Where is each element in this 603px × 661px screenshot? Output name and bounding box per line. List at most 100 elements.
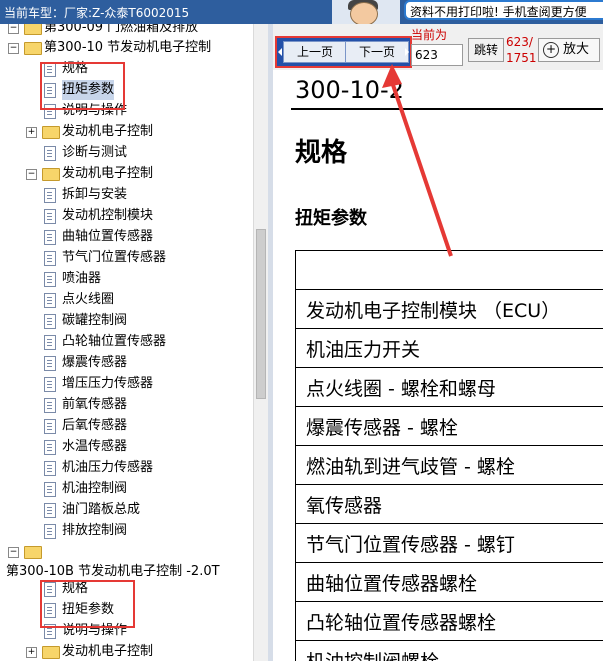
folder-icon xyxy=(24,546,42,559)
table-row: 机油控制阀螺栓 xyxy=(295,640,603,661)
tree-item-chapter-300-09[interactable]: − 第300-09 门燃油箱及排放 xyxy=(0,24,253,38)
tree-item-crank-sensor[interactable]: 曲轴位置传感器 xyxy=(0,227,253,247)
tree-item-specs-2[interactable]: 规格 xyxy=(0,579,253,599)
jump-button[interactable]: 跳转 xyxy=(468,38,504,62)
current-car-model: 当前车型：厂家:Z-众泰T6002015 xyxy=(4,4,189,21)
tree-item-torque[interactable]: 扭矩参数 xyxy=(0,80,253,100)
tree-item-label: 增压压力传感器 xyxy=(62,376,154,391)
table-cell: 点火线圈 - 螺栓和螺母 xyxy=(295,367,603,407)
document-icon xyxy=(44,398,56,413)
tree-item-label: 拆卸与安装 xyxy=(62,187,128,202)
current-page-label: 当前为 xyxy=(411,28,448,42)
page-count-current: 623/ xyxy=(506,35,533,49)
collapse-icon[interactable]: − xyxy=(8,547,19,558)
document-icon xyxy=(44,293,56,308)
document-icon xyxy=(44,624,56,639)
table-cell: 曲轴位置传感器螺栓 xyxy=(295,562,603,602)
tree-scrollbar[interactable] xyxy=(253,24,269,661)
document-icon xyxy=(44,146,56,161)
table-row: 发动机电子控制模块 （ECU） xyxy=(295,289,603,329)
tree-item-oil-control-valve[interactable]: 机油控制阀 xyxy=(0,479,253,499)
document-icon xyxy=(44,482,56,497)
tree-item-description-2[interactable]: 说明与操作 xyxy=(0,621,253,641)
tree-item-throttle-sensor[interactable]: 节气门位置传感器 xyxy=(0,248,253,268)
tree-item-label: 扭矩参数 xyxy=(62,80,115,100)
zoom-in-button[interactable]: + 放大 xyxy=(538,38,600,62)
page-count-total: 1751 xyxy=(506,51,537,65)
page-count: 623/ 1751 xyxy=(506,34,537,66)
tree-item-description[interactable]: 说明与操作 xyxy=(0,101,253,121)
document-icon xyxy=(44,230,56,245)
tree-item-label: 机油控制阀 xyxy=(62,481,128,496)
tree-item-label: 碳罐控制阀 xyxy=(62,313,128,328)
tree-item-label: 第300-10 节发动机电子控制 xyxy=(44,40,212,55)
table-row: 曲轴位置传感器螺栓 xyxy=(295,562,603,602)
document-icon xyxy=(44,209,56,224)
tree-item-pedal[interactable]: 油门踏板总成 xyxy=(0,500,253,520)
tree-item-engine-control-3[interactable]: + 发动机电子控制 xyxy=(0,642,253,661)
table-cell: 发动机电子控制模块 （ECU） xyxy=(295,289,603,329)
document-icon xyxy=(44,582,56,597)
tree-item-injector[interactable]: 喷油器 xyxy=(0,269,253,289)
collapse-icon[interactable]: − xyxy=(26,169,37,180)
document-icon xyxy=(44,335,56,350)
tree-item-label: 凸轮轴位置传感器 xyxy=(62,334,167,349)
tree-item-label: 发动机电子控制 xyxy=(62,644,154,659)
tree-item-engine-control[interactable]: + 发动机电子控制 xyxy=(0,122,253,142)
table-row xyxy=(295,250,603,290)
tree-item-ecm[interactable]: 发动机控制模块 xyxy=(0,206,253,226)
page-number-input[interactable] xyxy=(411,44,463,66)
tree-item-label: 第300-09 门燃油箱及排放 xyxy=(44,24,199,35)
table-cell: 燃油轨到进气歧管 - 螺栓 xyxy=(295,445,603,485)
document-icon xyxy=(44,603,56,618)
tree-item-cam-sensor[interactable]: 凸轮轴位置传感器 xyxy=(0,332,253,352)
zoom-in-icon: + xyxy=(543,42,559,58)
tree-item-removal[interactable]: 拆卸与安装 xyxy=(0,185,253,205)
document-icon xyxy=(44,356,56,371)
document-icon xyxy=(44,419,56,434)
tree-item-label: 规格 xyxy=(62,581,89,596)
document-view[interactable]: 300-10-2 规格 扭矩参数 发动机电子控制模块 （ECU） 机油压力开关 点火… xyxy=(273,70,603,661)
document-icon xyxy=(44,83,56,98)
tree-item-chapter-300-10[interactable]: − 第300-10 节发动机电子控制 xyxy=(0,38,253,58)
zoom-label: 放大 xyxy=(563,42,590,57)
prev-page-button[interactable]: 上一页 xyxy=(283,41,347,63)
folder-icon xyxy=(42,168,60,181)
tree-item-label: 发动机控制模块 xyxy=(62,208,154,223)
tree-item-label: 油门踏板总成 xyxy=(62,502,141,517)
tree-item-folder-empty[interactable]: − xyxy=(0,542,253,562)
tree-item-coolant-sensor[interactable]: 水温传感器 xyxy=(0,437,253,457)
expand-icon[interactable]: + xyxy=(26,647,37,658)
banner-message: 资料不用打印啦! 手机查阅更方便 xyxy=(404,0,603,20)
table-row: 凸轮轴位置传感器螺栓 xyxy=(295,601,603,641)
tree-item-engine-control-2[interactable]: − 发动机电子控制 xyxy=(0,164,253,184)
tree-item-diagnosis[interactable]: 诊断与测试 xyxy=(0,143,253,163)
table-cell: 机油压力开关 xyxy=(295,328,603,368)
scrollbar-thumb[interactable] xyxy=(256,229,266,399)
tree-item-boost-sensor[interactable]: 增压压力传感器 xyxy=(0,374,253,394)
tree-item-emission-valve[interactable]: 排放控制阀 xyxy=(0,521,253,541)
document-icon xyxy=(44,314,56,329)
tree-item-label: 诊断与测试 xyxy=(62,145,128,160)
tree-item-ignition-coil[interactable]: 点火线圈 xyxy=(0,290,253,310)
table-of-contents-tree[interactable]: − 第300-09 门燃油箱及排放 − 第300-10 节发动机电子控制 规格 扭矩参数说… xyxy=(0,24,253,661)
table-row: 爆震传感器 - 螺栓 xyxy=(295,406,603,446)
car-model-label: 当前车型： xyxy=(4,6,65,20)
tree-item-label: 爆震传感器 xyxy=(62,355,128,370)
collapse-icon[interactable]: − xyxy=(8,43,19,54)
tree-item-specs[interactable]: 规格 xyxy=(0,59,253,79)
tree-item-torque-2[interactable]: 扭矩参数 xyxy=(0,600,253,620)
tree-item-canister-valve[interactable]: 碳罐控制阀 xyxy=(0,311,253,331)
tree-item-label: 排放控制阀 xyxy=(62,523,128,538)
tree-item-oil-pressure-sensor[interactable]: 机油压力传感器 xyxy=(0,458,253,478)
document-icon xyxy=(44,188,56,203)
tree-item-rear-o2[interactable]: 后氧传感器 xyxy=(0,416,253,436)
next-page-button[interactable]: 下一页 xyxy=(345,41,409,63)
tree-item-knock-sensor[interactable]: 爆震传感器 xyxy=(0,353,253,373)
tree-item-label: 前氧传感器 xyxy=(62,397,128,412)
tree-item-front-o2[interactable]: 前氧传感器 xyxy=(0,395,253,415)
expand-icon[interactable]: + xyxy=(26,127,37,138)
tree-item-label: 发动机电子控制 xyxy=(62,166,154,181)
collapse-icon[interactable]: − xyxy=(8,24,19,34)
tree-item-label: 扭矩参数 xyxy=(62,602,115,617)
